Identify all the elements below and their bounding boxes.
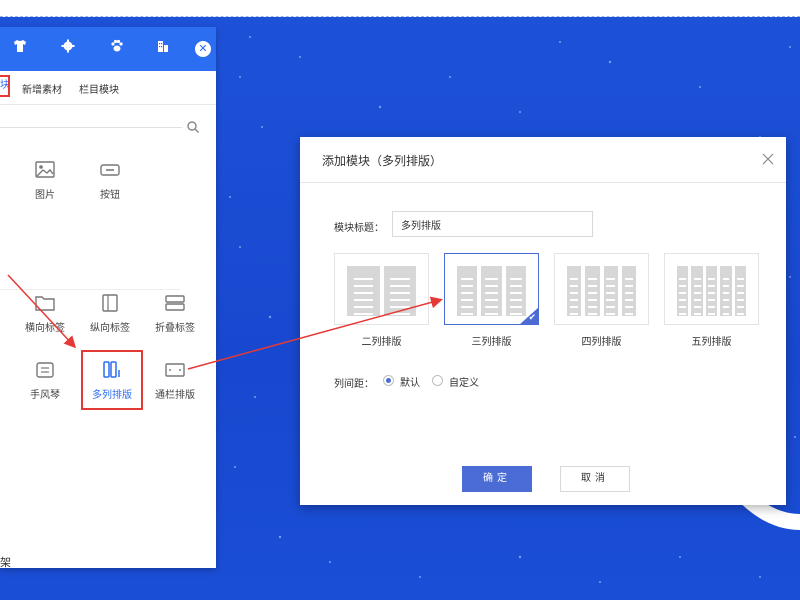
panel-header: ✕ — [0, 27, 216, 71]
layout-option-two-column[interactable] — [334, 253, 429, 325]
module-item-collapse-tabs[interactable]: 折叠标签 — [145, 293, 205, 334]
tab-modules[interactable]: 块 — [0, 75, 10, 97]
column-preview — [677, 266, 747, 316]
spacing-custom-radio[interactable] — [432, 375, 443, 386]
module-title-label: 模块标题： — [334, 223, 384, 234]
accordion-icon — [36, 362, 54, 378]
building-icon[interactable] — [153, 39, 173, 59]
module-title-input[interactable] — [392, 211, 593, 237]
close-icon[interactable]: ✕ — [195, 41, 211, 57]
module-item-vertical-tabs[interactable]: 纵向标签 — [80, 293, 140, 334]
layout-option-four-column[interactable] — [554, 253, 649, 325]
close-icon[interactable] — [760, 151, 776, 167]
layout-option-five-column[interactable] — [664, 253, 759, 325]
gear-icon[interactable] — [58, 39, 78, 59]
column-preview — [457, 266, 526, 316]
layout-option-three-column[interactable]: ✔ — [444, 253, 539, 325]
cancel-button[interactable]: 取消 — [560, 466, 630, 492]
module-item-image[interactable]: 图片 — [15, 160, 75, 201]
module-item-label: 横向标签 — [25, 323, 65, 334]
module-item-label: 纵向标签 — [90, 323, 130, 334]
top-bar — [0, 0, 800, 17]
image-icon — [35, 161, 55, 178]
collapse-icon — [165, 295, 185, 311]
full-width-icon — [165, 363, 185, 377]
module-item-button[interactable]: 按钮 — [80, 160, 140, 201]
column-preview — [347, 266, 416, 316]
module-item-label: 手风琴 — [30, 390, 60, 401]
add-module-dialog: 添加模块（多列排版） 模块标题： 二列排版 ✔ 三列排版 四列排版 五列排版 列… — [300, 137, 786, 505]
search-input[interactable] — [0, 127, 182, 128]
module-item-accordion[interactable]: 手风琴 — [15, 360, 75, 401]
module-item-label: 图片 — [35, 190, 55, 201]
dialog-title: 添加模块（多列排版） — [322, 154, 443, 168]
divider — [0, 289, 180, 290]
module-item-label: 通栏排版 — [155, 390, 195, 401]
module-item-full-width[interactable]: 通栏排版 — [145, 360, 205, 401]
multi-column-icon — [103, 361, 120, 378]
spacing-custom-label: 自定义 — [449, 378, 479, 389]
tab-new-material[interactable]: 新增素材 — [22, 81, 62, 96]
module-item-label: 多列排版 — [92, 390, 132, 401]
layout-label: 四列排版 — [581, 337, 622, 348]
column-spacing-label: 列间距： — [334, 379, 374, 390]
module-item-multi-column[interactable]: 多列排版 — [81, 350, 143, 410]
spacing-default-label: 默认 — [400, 378, 420, 389]
column-preview — [567, 266, 636, 316]
dialog-header: 添加模块（多列排版） — [300, 137, 786, 183]
panel-tabs: 块 新增素材 栏目模块 — [0, 71, 216, 105]
tab-column-module[interactable]: 栏目模块 — [79, 81, 119, 96]
module-item-label: 折叠标签 — [155, 323, 195, 334]
folder-icon — [35, 296, 55, 311]
spacing-default-radio[interactable] — [383, 375, 394, 386]
search-icon[interactable] — [186, 120, 200, 134]
module-panel: ✕ 块 新增素材 栏目模块 图片 按钮 横向标签 纵向标签 折叠标签 手风琴 多… — [0, 27, 216, 569]
shirt-icon[interactable] — [10, 39, 30, 59]
layout-label: 二列排版 — [361, 337, 402, 348]
confirm-button[interactable]: 确定 — [462, 466, 532, 492]
button-icon — [100, 164, 120, 176]
check-icon: ✔ — [528, 313, 536, 323]
module-item-horizontal-tabs[interactable]: 横向标签 — [15, 293, 75, 334]
paw-icon[interactable] — [107, 39, 127, 59]
bottom-text: 架 — [0, 556, 11, 569]
layout-label: 三列排版 — [471, 337, 512, 348]
layout-label: 五列排版 — [691, 337, 732, 348]
vertical-tab-icon — [102, 294, 118, 312]
module-item-label: 按钮 — [100, 190, 120, 201]
